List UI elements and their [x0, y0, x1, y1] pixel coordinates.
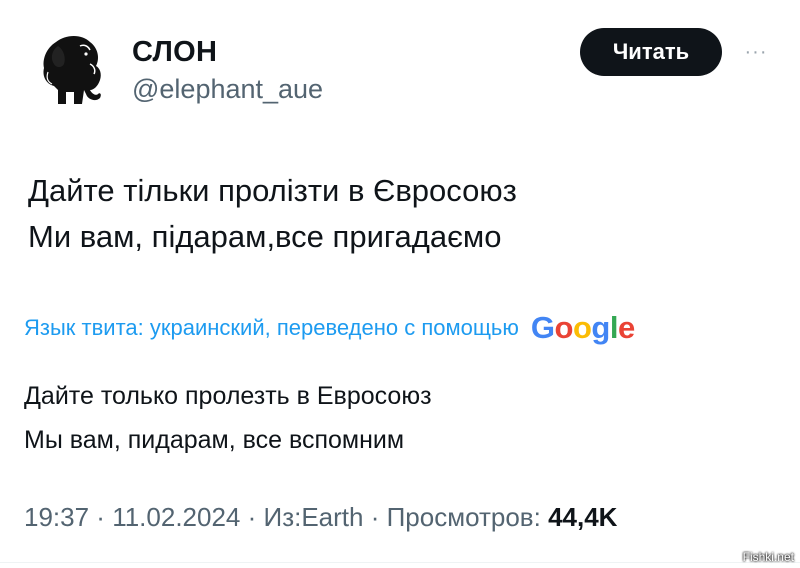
tweet-text: Дайте тільки пролізти в Євросоюз Ми вам,… [28, 168, 517, 260]
more-options-button[interactable]: ··· [734, 34, 778, 70]
translated-line: Мы вам, пидарам, все вспомним [24, 426, 405, 454]
google-logo-letter: o [572, 310, 592, 345]
translation-attribution[interactable]: Язык твита: украинский, переведено с пом… [24, 306, 635, 350]
translated-line: Дайте только пролезть в Евросоюз [24, 382, 432, 410]
tweet-time[interactable]: 19:37 [24, 502, 89, 532]
google-logo-letter: l [609, 310, 619, 345]
follow-button[interactable]: Читать [580, 28, 722, 76]
user-handle[interactable]: @elephant_aue [132, 74, 323, 105]
google-logo-letter: o [554, 310, 574, 345]
display-name[interactable]: СЛОН [132, 36, 217, 69]
translated-text: Дайте только пролезть в Евросоюз Мы вам,… [24, 374, 432, 462]
elephant-avatar-icon [43, 36, 101, 104]
meta-separator: · [240, 502, 264, 532]
more-dots-icon: ··· [744, 40, 768, 63]
tweet-source: Из:Earth [263, 502, 364, 532]
tweet-header: СЛОН @elephant_aue Читать ··· [28, 24, 778, 114]
google-logo: Google [531, 310, 635, 346]
meta-separator: · [89, 502, 113, 532]
tweet-line: Ми вам, підарам,все пригадаємо [28, 219, 502, 254]
views-count[interactable]: 44,4K [548, 502, 617, 532]
tweet-date[interactable]: 11.02.2024 [112, 502, 240, 532]
tweet-line: Дайте тільки пролізти в Євросоюз [28, 173, 517, 208]
google-logo-letter: G [530, 310, 555, 345]
views-label: Просмотров: [386, 502, 541, 532]
tweet-meta: 19:37 · 11.02.2024 · Из:Earth · Просмотр… [24, 502, 617, 533]
google-logo-letter: g [591, 310, 610, 345]
divider [0, 562, 800, 563]
google-logo-letter: e [617, 310, 635, 345]
meta-separator: · [363, 502, 387, 532]
watermark: Fishki.net [742, 550, 794, 564]
translation-label[interactable]: Язык твита: украинский, переведено с пом… [24, 315, 519, 341]
avatar[interactable] [28, 24, 114, 110]
